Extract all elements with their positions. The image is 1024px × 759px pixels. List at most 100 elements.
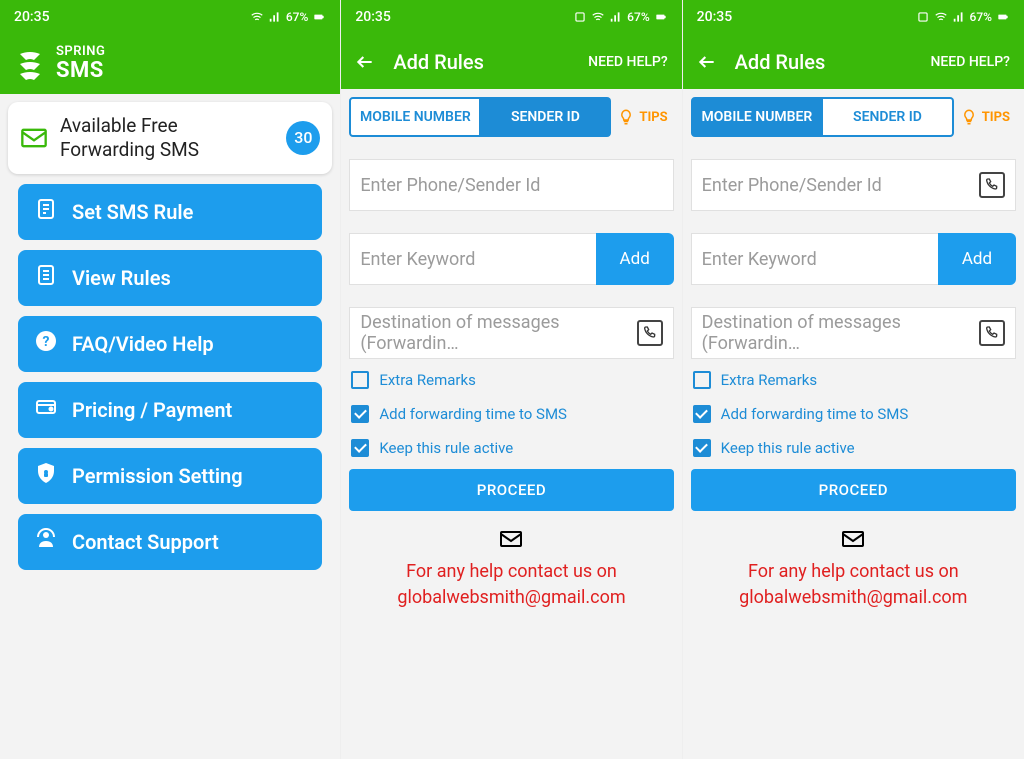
envelope-icon (495, 527, 527, 551)
status-icons: 67% (573, 10, 667, 24)
menu-label: Set SMS Rule (72, 200, 193, 224)
check-label: Add forwarding time to SMS (379, 405, 567, 423)
tab-sender-id[interactable]: SENDER ID (823, 97, 954, 137)
support-icon (34, 527, 58, 556)
add-keyword-button[interactable]: Add (596, 233, 674, 285)
status-icons: 67% (916, 10, 1010, 24)
tab-row: MOBILE NUMBER SENDER ID TIPS (349, 97, 673, 137)
app-bar-title: Add Rules (393, 50, 570, 74)
tab-sender-id[interactable]: SENDER ID (481, 97, 611, 137)
app-bar-title: Add Rules (735, 50, 913, 74)
check-label: Extra Remarks (721, 371, 817, 389)
brand-logo-icon (14, 48, 46, 80)
tab-row: MOBILE NUMBER SENDER ID TIPS (691, 97, 1016, 137)
menu-label: FAQ/Video Help (72, 332, 214, 356)
status-time: 20:35 (697, 9, 733, 25)
tab-mobile-number[interactable]: MOBILE NUMBER (691, 97, 824, 137)
card-title: Available Free Forwarding SMS (60, 114, 274, 162)
menu-set-sms-rule[interactable]: Set SMS Rule (18, 184, 322, 240)
svg-text:?: ? (43, 334, 50, 350)
wifi-icon (934, 10, 948, 24)
battery-icon (996, 10, 1010, 24)
tips-label: TIPS (982, 110, 1010, 125)
checkbox-checked-icon (693, 405, 711, 423)
menu-label: Permission Setting (72, 464, 243, 488)
menu-pricing[interactable]: Pricing / Payment (18, 382, 322, 438)
fwd-time-check[interactable]: Add forwarding time to SMS (349, 401, 673, 427)
extra-remarks-check[interactable]: Extra Remarks (349, 367, 673, 393)
check-label: Keep this rule active (721, 439, 855, 457)
menu-view-rules[interactable]: View Rules (18, 250, 322, 306)
tips-link[interactable]: TIPS (611, 97, 673, 137)
need-help-link[interactable]: NEED HELP? (930, 54, 1010, 70)
lightbulb-icon (960, 108, 978, 126)
keyword-row: Enter Keyword Add (349, 233, 673, 285)
phone-sender-input[interactable]: Enter Phone/Sender Id (691, 159, 1016, 211)
screenshot-icon (573, 10, 587, 24)
need-help-link[interactable]: NEED HELP? (588, 54, 668, 70)
tab-mobile-number[interactable]: MOBILE NUMBER (349, 97, 481, 137)
back-arrow-icon[interactable] (697, 52, 717, 72)
keyword-input[interactable]: Enter Keyword (691, 233, 938, 285)
signal-icon (952, 10, 966, 24)
keep-active-check[interactable]: Keep this rule active (691, 435, 1016, 461)
destination-input[interactable]: Destination of messages (Forwardin… (691, 307, 1016, 359)
fwd-time-check[interactable]: Add forwarding time to SMS (691, 401, 1016, 427)
brand-small: SPRING (56, 44, 105, 59)
add-keyword-button[interactable]: Add (938, 233, 1016, 285)
destination-placeholder: Destination of messages (Forwardin… (702, 312, 979, 354)
proceed-button[interactable]: PROCEED (349, 469, 673, 511)
screen-add-rules: 20:35 67% Add Rules NEED HELP? MOBILE NU… (683, 0, 1024, 759)
battery-icon (312, 10, 326, 24)
help-icon: ? (34, 329, 58, 358)
battery-percent: 67% (627, 10, 649, 24)
battery-icon (654, 10, 668, 24)
keyword-row: Enter Keyword Add (691, 233, 1016, 285)
lightbulb-icon (617, 108, 635, 126)
list-icon (34, 263, 58, 292)
brand-big: SMS (56, 59, 105, 83)
rule-icon (34, 197, 58, 226)
phone-sender-input[interactable]: Enter Phone/Sender Id (349, 159, 673, 211)
signal-icon (268, 10, 282, 24)
checkbox-icon (351, 371, 369, 389)
status-time: 20:35 (355, 9, 391, 25)
menu-permission[interactable]: Permission Setting (18, 448, 322, 504)
contacts-icon[interactable] (979, 320, 1005, 346)
proceed-button[interactable]: PROCEED (691, 469, 1016, 511)
tips-link[interactable]: TIPS (954, 97, 1016, 137)
tips-label: TIPS (639, 110, 667, 125)
destination-input[interactable]: Destination of messages (Forwardin… (349, 307, 673, 359)
help-line2: globalwebsmith@gmail.com (691, 585, 1016, 611)
menu-label: View Rules (72, 266, 171, 290)
battery-percent: 67% (970, 10, 992, 24)
keep-active-check[interactable]: Keep this rule active (349, 435, 673, 461)
help-line2: globalwebsmith@gmail.com (349, 585, 673, 611)
phone-sender-placeholder: Enter Phone/Sender Id (360, 175, 662, 196)
check-label: Keep this rule active (379, 439, 513, 457)
screenshot-icon (916, 10, 930, 24)
extra-remarks-check[interactable]: Extra Remarks (691, 367, 1016, 393)
shield-icon (34, 461, 58, 490)
menu-faq[interactable]: ? FAQ/Video Help (18, 316, 322, 372)
help-line1: For any help contact us on (691, 559, 1016, 585)
brand: SPRING SMS (14, 45, 105, 83)
free-count-badge: 30 (286, 121, 320, 155)
app-bar: Add Rules NEED HELP? (683, 34, 1024, 89)
contacts-icon[interactable] (637, 320, 663, 346)
status-bar: 20:35 67% (0, 0, 340, 34)
checkbox-checked-icon (351, 405, 369, 423)
back-arrow-icon[interactable] (355, 52, 375, 72)
screen-main-menu: 20:35 67% SPRING SMS (0, 0, 341, 759)
contacts-icon[interactable] (979, 172, 1005, 198)
help-block: For any help contact us on globalwebsmit… (691, 527, 1016, 611)
free-sms-card[interactable]: Available Free Forwarding SMS 30 (8, 102, 332, 174)
menu-label: Contact Support (72, 530, 219, 554)
status-bar: 20:35 67% (341, 0, 681, 34)
menu-contact[interactable]: Contact Support (18, 514, 322, 570)
check-label: Extra Remarks (379, 371, 475, 389)
keyword-input[interactable]: Enter Keyword (349, 233, 595, 285)
help-block: For any help contact us on globalwebsmit… (349, 527, 673, 611)
checkbox-checked-icon (693, 439, 711, 457)
pay-icon (34, 395, 58, 424)
